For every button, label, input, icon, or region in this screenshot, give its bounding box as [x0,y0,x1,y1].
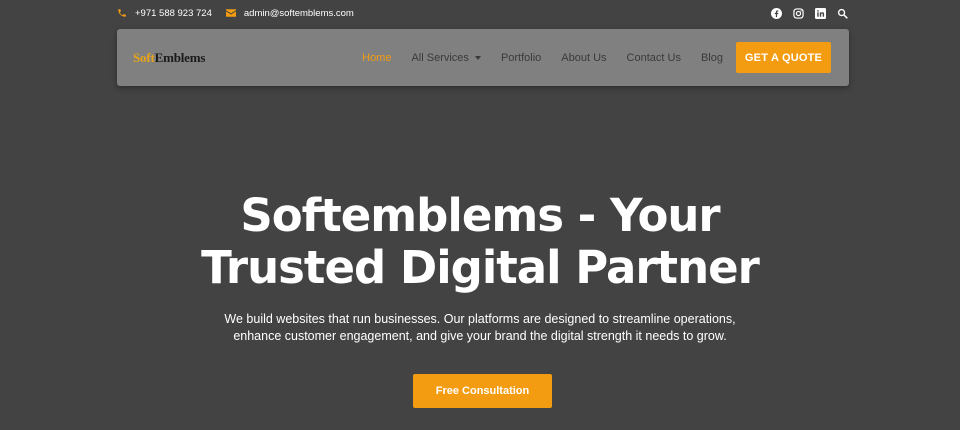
logo-soft-text: Soft [133,49,155,65]
phone-contact[interactable]: +971 588 923 724 [117,8,212,19]
phone-number: +971 588 923 724 [135,7,212,19]
hero-subtitle-line-1: We build websites that run businesses. O… [224,312,736,326]
top-bar: +971 588 923 724 admin@softemblems.com [117,0,849,26]
instagram-icon[interactable] [792,7,805,20]
site-logo[interactable]: SoftEmblems [133,50,205,66]
nav-item-blog[interactable]: Blog [701,52,723,64]
linkedin-icon[interactable] [814,7,827,20]
hero-subtitle: We build websites that run businesses. O… [0,311,960,345]
email-contact[interactable]: admin@softemblems.com [225,7,354,19]
main-navbar: SoftEmblems Home All Services Portfolio … [117,29,849,86]
nav-menu: Home All Services Portfolio About Us Con… [362,42,831,73]
search-icon[interactable] [836,7,849,20]
nav-item-all-services[interactable]: All Services [411,51,481,64]
nav-item-label: All Services [411,51,469,64]
hero-title-line-2: Trusted Digital Partner [201,241,760,294]
nav-item-home[interactable]: Home [362,52,391,64]
hero-subtitle-line-2: enhance customer engagement, and give yo… [233,329,727,343]
hero-title: Softemblems - Your Trusted Digital Partn… [0,190,960,294]
nav-item-portfolio[interactable]: Portfolio [501,52,541,64]
free-consultation-button[interactable]: Free Consultation [413,374,552,408]
caret-down-icon [474,55,481,60]
nav-item-about-us[interactable]: About Us [561,52,606,64]
phone-icon [118,9,126,17]
get-a-quote-button[interactable]: GET A QUOTE [736,42,831,73]
logo-emblems-text: Emblems [154,49,206,65]
facebook-icon[interactable] [770,7,783,20]
contact-info: +971 588 923 724 admin@softemblems.com [117,8,354,19]
nav-item-contact-us[interactable]: Contact Us [627,52,681,64]
hero-title-line-1: Softemblems - Your [240,189,720,242]
email-address: admin@softemblems.com [243,7,354,19]
envelope-icon [225,9,236,17]
social-links [770,7,849,20]
